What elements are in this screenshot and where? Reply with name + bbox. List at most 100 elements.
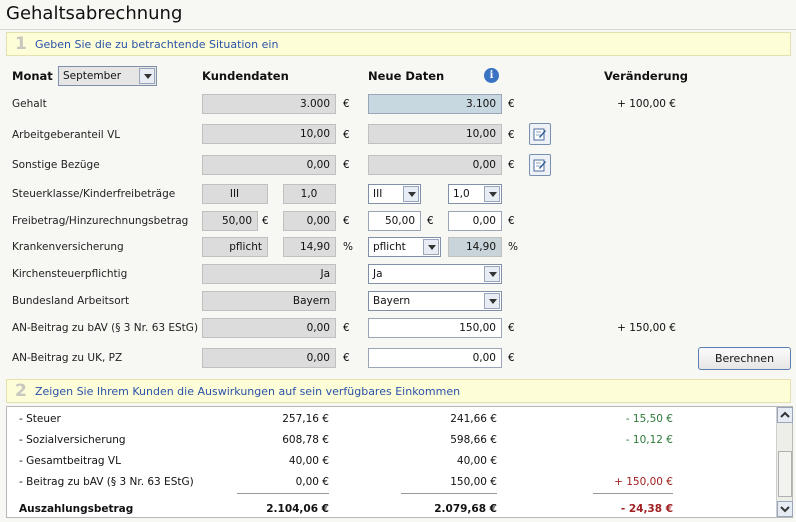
vl-neu-unit: € xyxy=(508,129,515,141)
results-scrollbar[interactable] xyxy=(776,407,793,517)
kirche-label: Kirchensteuerpflichtig xyxy=(12,268,128,280)
chevron-down-icon[interactable] xyxy=(403,186,419,202)
step-2-number: 2 xyxy=(15,381,27,401)
total-neu: 2.079,68 € xyxy=(434,503,497,515)
result-row-change: + 150,00 € xyxy=(614,476,673,488)
sonstige-neu-unit: € xyxy=(508,159,515,171)
step-2-text: Zeigen Sie Ihrem Kunden die Auswirkungen… xyxy=(35,385,461,398)
page-title: Gehaltsabrechnung xyxy=(6,3,183,24)
uk-neu-unit: € xyxy=(508,352,515,364)
sum-line-kunde xyxy=(237,493,329,494)
berechnen-button[interactable]: Berechnen xyxy=(698,347,791,370)
total-change: - 24,38 € xyxy=(620,503,673,515)
kirche-neu-value: Ja xyxy=(373,268,383,280)
edit-vl-button[interactable] xyxy=(529,123,551,145)
bundesland-neu-value: Bayern xyxy=(373,295,411,307)
kv-satz-neu-field: 14,90 xyxy=(448,237,502,257)
results-panel[interactable]: - Steuer 257,16 € 241,66 € - 15,50 € - Sozia… xyxy=(6,406,793,518)
monat-select[interactable]: September xyxy=(58,66,157,86)
hinzurechnung-neu-input[interactable]: 0,00 xyxy=(448,211,502,231)
result-row-neu: 241,66 € xyxy=(450,413,497,425)
kv-art-neu-value: pflicht xyxy=(373,241,406,253)
scroll-down-button[interactable] xyxy=(777,501,793,517)
uk-kunde-unit: € xyxy=(343,352,350,364)
total-label: Auszahlungsbetrag xyxy=(19,503,134,515)
chevron-down-icon[interactable] xyxy=(423,239,439,255)
result-row-kunde: 0,00 € xyxy=(295,476,329,488)
result-row-kunde: 40,00 € xyxy=(288,455,329,467)
vl-neu-field: 10,00 xyxy=(368,124,502,144)
chevron-down-icon[interactable] xyxy=(484,293,500,309)
kv-art-kunde-field: pflicht xyxy=(202,237,268,257)
bundesland-neu-select[interactable]: Bayern xyxy=(368,291,502,311)
chevron-down-icon xyxy=(780,506,790,513)
edit-icon xyxy=(533,128,546,141)
hinzurechnung-neu-unit: € xyxy=(508,215,515,227)
gehalt-label: Gehalt xyxy=(12,98,47,110)
sonstige-neu-field: 0,00 xyxy=(368,155,502,175)
kinder-kunde-field: 1,0 xyxy=(283,184,336,204)
kundendaten-header: Kundendaten xyxy=(202,69,289,83)
bav-label: AN-Beitrag zu bAV (§ 3 Nr. 63 EStG) xyxy=(12,322,199,334)
scroll-thumb[interactable] xyxy=(778,451,792,497)
step-1-number: 1 xyxy=(15,34,27,54)
sonstige-label: Sonstige Bezüge xyxy=(12,159,100,171)
kv-neu-unit: % xyxy=(508,241,518,253)
step-1-banner: 1 Geben Sie die zu betrachtende Situatio… xyxy=(6,32,791,56)
hinzurechnung-kunde-unit: € xyxy=(343,215,350,227)
step-2-banner: 2 Zeigen Sie Ihrem Kunden die Auswirkung… xyxy=(6,379,791,403)
step-1-text: Geben Sie die zu betrachtende Situation … xyxy=(35,38,279,51)
bundesland-kunde-field: Bayern xyxy=(202,291,336,311)
result-row-label: - Sozialversicherung xyxy=(19,434,126,446)
chevron-down-icon[interactable] xyxy=(139,68,155,84)
sum-line-change xyxy=(593,493,673,494)
kv-kunde-unit: % xyxy=(343,241,353,253)
chevron-down-icon[interactable] xyxy=(484,186,500,202)
vl-label: Arbeitgeberanteil VL xyxy=(12,129,121,141)
hinzurechnung-kunde-field: 0,00 xyxy=(283,211,336,231)
uk-kunde-field: 0,00 xyxy=(202,348,336,368)
result-row-neu: 40,00 € xyxy=(456,455,497,467)
kv-art-neu-select[interactable]: pflicht xyxy=(368,237,441,257)
edit-icon xyxy=(533,159,546,172)
total-kunde: 2.104,06 € xyxy=(266,503,329,515)
result-row-label: - Steuer xyxy=(19,413,61,425)
scroll-up-button[interactable] xyxy=(777,407,793,423)
result-row-kunde: 608,78 € xyxy=(282,434,329,446)
steuerklasse-neu-select[interactable]: III xyxy=(368,184,421,204)
edit-sonstige-button[interactable] xyxy=(529,154,551,176)
steuerklasse-label: Steuerklasse/Kinderfreibeträge xyxy=(12,188,176,200)
bav-kunde-unit: € xyxy=(343,322,350,334)
veraenderung-header: Veränderung xyxy=(604,69,688,83)
kirche-neu-select[interactable]: Ja xyxy=(368,264,502,284)
vl-kunde-unit: € xyxy=(343,129,350,141)
bav-neu-unit: € xyxy=(508,322,515,334)
kv-satz-kunde-field: 14,90 xyxy=(283,237,336,257)
uk-label: AN-Beitrag zu UK, PZ xyxy=(12,352,123,364)
uk-neu-input[interactable]: 0,00 xyxy=(368,348,502,368)
chevron-down-icon[interactable] xyxy=(484,266,500,282)
result-row-label: - Gesamtbeitrag VL xyxy=(19,455,121,467)
result-row-change: - 10,12 € xyxy=(625,434,673,446)
info-icon[interactable]: i xyxy=(484,68,499,83)
sonstige-kunde-field: 0,00 xyxy=(202,155,336,175)
freibetrag-kunde-field: 50,00 xyxy=(202,211,258,231)
gehalt-kunde-field: 3.000 xyxy=(202,94,336,114)
vl-kunde-field: 10,00 xyxy=(202,124,336,144)
freibetrag-kunde-unit: € xyxy=(262,215,269,227)
steuerklasse-kunde-field: III xyxy=(202,184,268,204)
kinder-neu-select[interactable]: 1,0 xyxy=(448,184,502,204)
result-row-label: - Beitrag zu bAV (§ 3 Nr. 63 EStG) xyxy=(19,476,194,488)
gehalt-neu-input[interactable]: 3.100 xyxy=(368,94,502,114)
bav-neu-input[interactable]: 150,00 xyxy=(368,318,502,338)
sum-line-neu xyxy=(401,493,497,494)
freibetrag-label: Freibetrag/Hinzurechnungsbetrag xyxy=(12,215,189,227)
chevron-up-icon xyxy=(780,411,790,418)
sonstige-kunde-unit: € xyxy=(343,159,350,171)
gehalt-neu-unit: € xyxy=(508,98,515,110)
bav-kunde-field: 0,00 xyxy=(202,318,336,338)
monat-select-value: September xyxy=(63,70,122,82)
neue-daten-header: Neue Daten xyxy=(368,69,445,83)
freibetrag-neu-input[interactable]: 50,00 xyxy=(368,211,421,231)
result-row-neu: 150,00 € xyxy=(450,476,497,488)
